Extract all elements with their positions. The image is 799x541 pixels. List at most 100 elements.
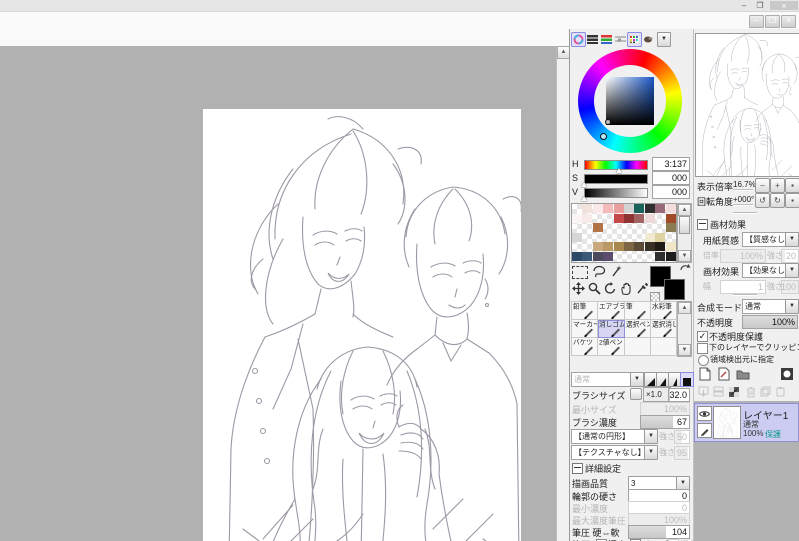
v-slider[interactable] — [584, 188, 648, 198]
swatch-color[interactable] — [572, 232, 582, 242]
rotate-reset-button[interactable]: ▪ — [785, 193, 799, 208]
swatch-color[interactable] — [613, 204, 624, 213]
canvas-workspace[interactable] — [0, 46, 556, 541]
brush-size-multiplier[interactable]: ×1.0 — [643, 387, 671, 402]
window-restore-button[interactable]: ❐ — [754, 1, 766, 10]
min-size-value[interactable]: 100% — [640, 402, 690, 416]
new-vector-layer-button[interactable] — [716, 366, 731, 381]
swatch-scroll-down-icon[interactable]: ▼ — [678, 250, 691, 262]
s-slider-marker[interactable] — [581, 182, 587, 187]
swatches-tab[interactable] — [627, 32, 642, 47]
swatch-grid[interactable] — [571, 203, 677, 263]
swatch-color[interactable] — [655, 232, 666, 242]
navigator-thumbnail[interactable] — [695, 33, 799, 177]
material-collapse-icon[interactable] — [697, 219, 708, 230]
selection-source-radio[interactable] — [698, 355, 709, 366]
swatch-color[interactable] — [665, 252, 676, 261]
swatch-color[interactable] — [634, 213, 645, 223]
material-effect-dropdown-button[interactable]: ▼ — [785, 263, 799, 278]
layer-mask-button[interactable] — [779, 366, 794, 381]
swatch-color[interactable] — [613, 242, 624, 252]
swatch-color[interactable] — [644, 213, 655, 223]
tool-選択ペン[interactable]: 選択ペン — [624, 320, 651, 338]
swatch-color[interactable] — [655, 252, 666, 261]
lasso-tool[interactable] — [592, 265, 606, 278]
tool-scroll-up-icon[interactable]: ▲ — [678, 302, 691, 314]
detail-settings-collapse-icon[interactable] — [572, 463, 583, 474]
material-effect-dropdown[interactable]: 【効果なし】 — [742, 263, 788, 278]
swatch-color[interactable] — [603, 252, 614, 261]
tool-筆[interactable]: 筆 — [624, 302, 651, 320]
layer-thumbnail[interactable] — [713, 406, 741, 439]
swatch-color[interactable] — [624, 204, 634, 213]
zoom-in-button[interactable]: + — [770, 178, 785, 193]
tool-2値ペン[interactable]: 2値ペン — [598, 338, 625, 356]
hsv-sliders-tab[interactable] — [585, 32, 600, 47]
tool-scroll-down-icon[interactable]: ▼ — [678, 344, 691, 356]
brush-mode-dropdown-button[interactable]: ▼ — [630, 372, 644, 387]
swatch-color[interactable] — [644, 242, 655, 252]
swap-colors-icon[interactable] — [680, 264, 691, 275]
brush-mode-dropdown[interactable]: 通常 — [571, 372, 633, 387]
swatch-color[interactable] — [665, 223, 676, 233]
layer-item[interactable]: レイヤー1 通常 100% 保護 — [694, 403, 799, 442]
v-value-box[interactable]: 000 — [652, 185, 690, 199]
rotate-cw-button[interactable]: ↻ — [770, 193, 785, 208]
swatch-color[interactable] — [624, 242, 634, 252]
effect-width-value[interactable]: 1 — [720, 280, 766, 294]
paper-texture-dropdown-button[interactable]: ▼ — [785, 232, 799, 247]
hand-tool[interactable] — [620, 282, 633, 295]
s-slider[interactable] — [584, 174, 648, 184]
color-mixer-tab[interactable] — [613, 32, 628, 47]
tool-鉛筆[interactable]: 鉛筆 — [572, 302, 599, 320]
brush-texture-dropdown[interactable]: 【テクスチャなし】 — [571, 445, 647, 460]
tool-バケツ[interactable]: バケツ — [572, 338, 599, 356]
canvas-vertical-scrollbar[interactable]: ▲ — [556, 46, 570, 541]
s-value-box[interactable]: 000 — [652, 171, 690, 185]
swatch-color[interactable] — [582, 252, 593, 261]
swatch-color[interactable] — [634, 242, 645, 252]
swatch-scroll-up-icon[interactable]: ▲ — [678, 204, 691, 216]
effect-strength-value[interactable]: 100 — [781, 280, 799, 294]
color-panel-menu-button[interactable]: ▼ — [657, 32, 671, 47]
zoom-out-button[interactable]: – — [755, 178, 770, 193]
copy-layer-button[interactable] — [759, 385, 772, 398]
shape-strength-value[interactable]: 50 — [674, 430, 690, 444]
zoom-tool[interactable] — [588, 282, 601, 295]
paper-texture-dropdown[interactable]: 【質感なし】 — [742, 232, 788, 247]
texture-strength-value[interactable]: 95 — [674, 446, 690, 460]
swatch-color[interactable] — [572, 213, 582, 223]
swatch-color[interactable] — [603, 242, 614, 252]
swatch-color[interactable] — [644, 232, 655, 242]
pressure-hardsoft-value[interactable]: 104 — [628, 525, 690, 539]
hue-ring[interactable] — [578, 49, 682, 153]
window-close-button[interactable]: × — [770, 1, 798, 11]
swatch-color[interactable] — [665, 204, 676, 213]
tool-エアブラシ[interactable]: エアブラシ — [598, 302, 625, 320]
merge-visible-button[interactable] — [727, 385, 740, 398]
swatch-color[interactable] — [592, 252, 603, 261]
rotate-view-tool[interactable] — [604, 282, 617, 295]
window-minimize-button[interactable]: – — [738, 1, 750, 10]
swatch-scrollbar[interactable]: ▲ ▼ — [677, 203, 692, 263]
brush-shape-dropdown[interactable]: 【通常の円形】 — [571, 429, 647, 444]
tool-水彩筆[interactable]: 水彩筆 — [650, 302, 677, 320]
paper-strength-value[interactable]: 20 — [781, 249, 799, 263]
brush-density-value[interactable]: 67 — [640, 415, 690, 429]
swatch-color[interactable] — [582, 213, 593, 223]
document-close-button[interactable]: × — [781, 15, 796, 28]
opacity-slider[interactable]: 100% — [742, 315, 798, 329]
saturation-value-square[interactable] — [606, 77, 654, 125]
swatch-color[interactable] — [572, 252, 582, 261]
zoom-reset-button[interactable]: ▪ — [785, 178, 799, 193]
h-slider-marker[interactable] — [616, 168, 622, 173]
layer-paint-indicator[interactable] — [697, 423, 712, 438]
layer-list[interactable]: レイヤー1 通常 100% 保護 — [694, 401, 799, 541]
swatch-scroll-thumb[interactable] — [679, 216, 690, 234]
background-color-well[interactable] — [664, 279, 685, 300]
swatch-color[interactable] — [624, 213, 634, 223]
tool-scrollbar[interactable]: ▲ ▼ — [677, 301, 692, 357]
swatch-color[interactable] — [603, 204, 614, 213]
drawing-canvas[interactable] — [203, 109, 521, 541]
h-value-box[interactable]: 3:137 — [652, 157, 690, 171]
